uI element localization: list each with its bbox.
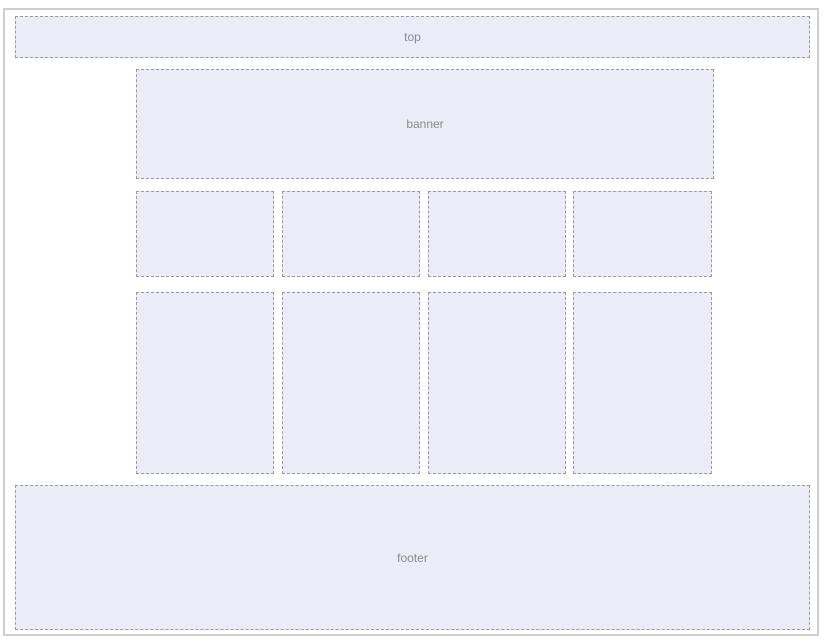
row1-cell-3: [428, 191, 566, 277]
row1-cell-1: [136, 191, 274, 277]
row2-cell-3: [428, 292, 566, 474]
banner-label: banner: [406, 117, 444, 131]
top-label: top: [404, 30, 421, 44]
row1-cell-4: [573, 191, 712, 277]
row2-cell-4: [573, 292, 712, 474]
banner-region: banner: [136, 69, 714, 179]
row2-cell-1: [136, 292, 274, 474]
footer-region: footer: [15, 485, 810, 630]
row2-cell-2: [282, 292, 420, 474]
footer-label: footer: [397, 550, 428, 565]
row1-cell-2: [282, 191, 420, 277]
top-region: top: [15, 16, 810, 58]
